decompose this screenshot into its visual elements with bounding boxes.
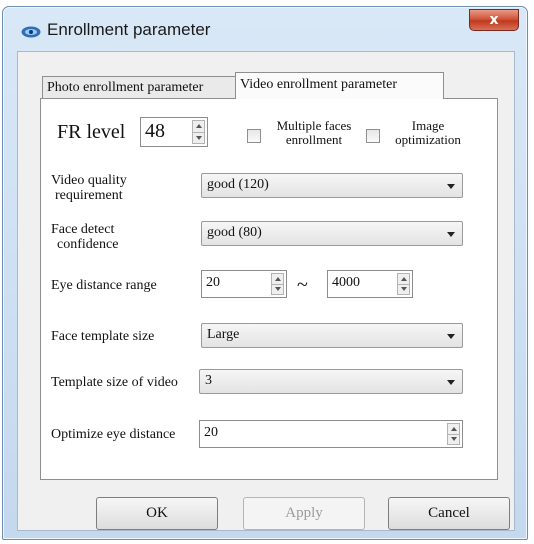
stepper-buttons[interactable] <box>397 273 410 295</box>
spin-down-icon[interactable] <box>451 437 457 441</box>
video-quality-select[interactable]: good (120) <box>201 173 463 198</box>
multiple-faces-label-line2: enrollment <box>285 132 343 147</box>
video-quality-label-line1: Video quality <box>51 173 127 188</box>
tab-label: Photo enrollment parameter <box>47 80 204 95</box>
tab-label: Video enrollment parameter <box>240 77 397 92</box>
face-template-size-select[interactable]: Large <box>201 323 463 348</box>
multiple-faces-label: Multiple faces enrollment <box>271 119 357 147</box>
face-template-size-value: Large <box>207 327 240 342</box>
multiple-faces-label-line1: Multiple faces <box>276 118 352 133</box>
apply-button[interactable]: Apply <box>243 497 365 530</box>
face-confidence-label-line2: confidence <box>57 237 119 252</box>
window-title: Enrollment parameter <box>47 20 211 39</box>
stepper-buttons[interactable] <box>271 273 284 295</box>
tab-video-enrollment[interactable]: Video enrollment parameter <box>235 72 444 99</box>
close-button[interactable]: x <box>469 9 519 31</box>
video-quality-label-line2: requirement <box>55 188 123 203</box>
chevron-down-icon <box>447 232 455 237</box>
video-quality-value: good (120) <box>207 177 269 192</box>
chevron-down-icon <box>447 334 455 339</box>
face-confidence-label: Face detect confidence <box>51 222 118 252</box>
eye-distance-min-stepper[interactable]: 20 <box>201 270 287 298</box>
template-size-video-select[interactable]: 3 <box>199 369 463 394</box>
spin-up-icon[interactable] <box>196 124 202 128</box>
spin-up-icon[interactable] <box>451 427 457 431</box>
fr-level-label: FR level <box>57 121 126 143</box>
app-eye-icon <box>21 26 41 38</box>
cancel-button[interactable]: Cancel <box>388 497 510 530</box>
video-quality-label: Video quality requirement <box>51 173 127 203</box>
video-enrollment-panel: FR level 48 Multiple faces enrollment Im… <box>40 98 498 480</box>
image-optimization-checkbox[interactable] <box>366 129 380 143</box>
close-icon: x <box>489 12 499 28</box>
face-confidence-label-line1: Face detect <box>51 222 115 237</box>
image-optimization-label: Image optimization <box>383 119 473 147</box>
fr-level-stepper[interactable]: 48 <box>140 117 208 147</box>
optimize-eye-distance-label: Optimize eye distance <box>51 427 176 442</box>
fr-level-value: 48 <box>145 120 165 142</box>
template-size-video-value: 3 <box>205 373 212 388</box>
spin-down-icon[interactable] <box>401 287 407 291</box>
spin-down-icon[interactable] <box>196 136 202 140</box>
ok-button[interactable]: OK <box>96 497 218 530</box>
chevron-down-icon <box>447 184 455 189</box>
chevron-down-icon <box>447 380 455 385</box>
eye-distance-label: Eye distance range <box>51 278 157 293</box>
eye-distance-max-stepper[interactable]: 4000 <box>327 270 413 298</box>
stepper-buttons[interactable] <box>447 423 460 445</box>
image-optimization-label-line1: Image <box>411 118 445 133</box>
face-confidence-value: good (80) <box>207 225 262 240</box>
title-bar[interactable]: Enrollment parameter x <box>3 7 527 51</box>
image-optimization-label-line2: optimization <box>395 132 461 147</box>
optimize-eye-distance-value: 20 <box>204 425 218 440</box>
tab-photo-enrollment[interactable]: Photo enrollment parameter <box>42 76 236 98</box>
eye-distance-max-value: 4000 <box>332 275 360 290</box>
range-separator: ~ <box>297 274 308 296</box>
eye-distance-min-value: 20 <box>206 275 220 290</box>
enrollment-parameter-dialog: Enrollment parameter x Photo enrollment … <box>2 6 528 540</box>
optimize-eye-distance-stepper[interactable]: 20 <box>199 420 463 448</box>
dialog-client: Photo enrollment parameter Video enrollm… <box>17 51 515 531</box>
face-template-size-label: Face template size <box>51 329 155 344</box>
multiple-faces-checkbox[interactable] <box>247 129 261 143</box>
spin-up-icon[interactable] <box>401 277 407 281</box>
template-size-video-label: Template size of video <box>51 375 178 390</box>
stepper-buttons[interactable] <box>192 120 205 144</box>
face-confidence-select[interactable]: good (80) <box>201 221 463 246</box>
spin-down-icon[interactable] <box>275 287 281 291</box>
spin-up-icon[interactable] <box>275 277 281 281</box>
